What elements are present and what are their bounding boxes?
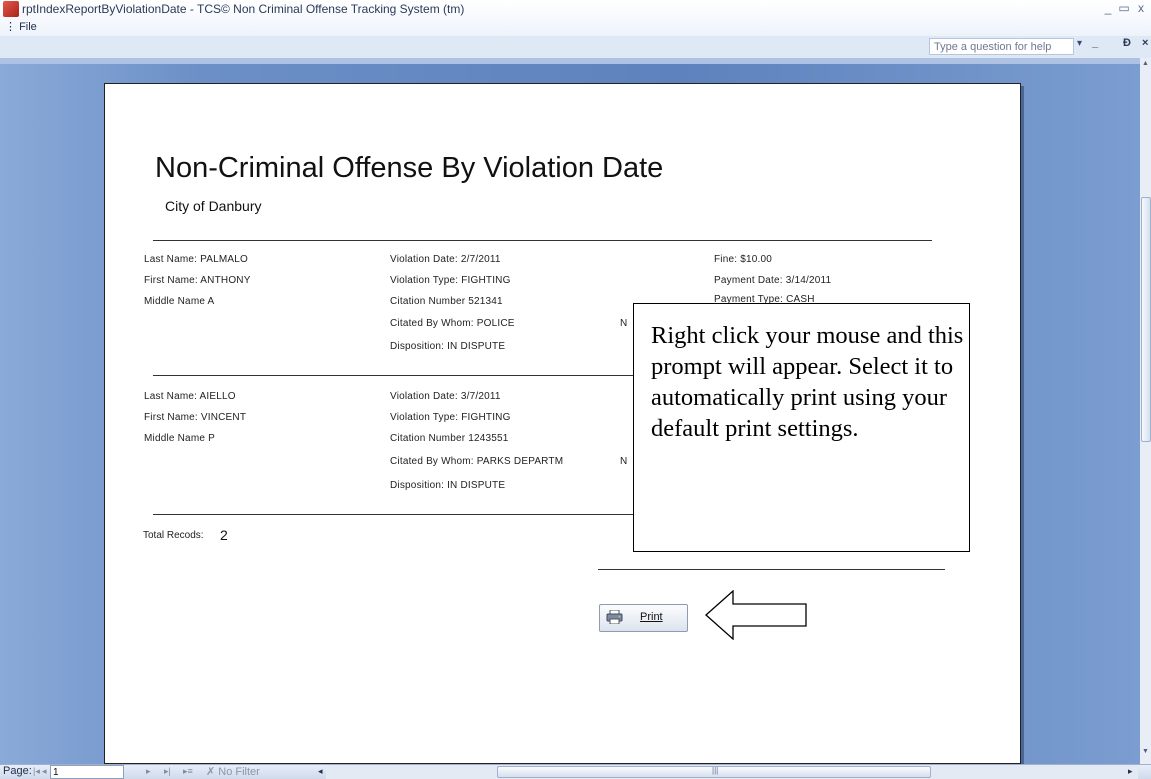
record-violation-type: Violation Type: FIGHTING xyxy=(390,275,511,286)
scroll-grip-icon: ||| xyxy=(712,766,719,775)
record-payment-date: Payment Date: 3/14/2011 xyxy=(714,275,832,286)
record-violation-date: Violation Date: 3/7/2011 xyxy=(390,391,501,402)
scroll-down-icon[interactable]: ▼ xyxy=(1142,748,1149,755)
record-last-name: Last Name: AIELLO xyxy=(144,391,236,402)
callout-text: Right click your mouse and this prompt w… xyxy=(651,322,964,442)
header-divider xyxy=(153,240,932,241)
record-fine: Fine: $10.00 xyxy=(714,254,772,265)
first-page-icon[interactable]: |◂ xyxy=(33,766,40,777)
no-filter-button[interactable]: ✗ No Filter xyxy=(206,765,260,778)
minimize-button[interactable]: _ xyxy=(1100,1,1116,15)
page-label: Page: xyxy=(3,765,32,777)
report-title: Non-Criminal Offense By Violation Date xyxy=(155,152,664,184)
close-button[interactable]: x xyxy=(1133,1,1149,15)
record-disposition: Disposition: IN DISPUTE xyxy=(390,341,506,352)
printer-icon xyxy=(606,610,623,624)
last-page-icon[interactable]: ▸| xyxy=(164,766,171,777)
total-records-label: Total Recods: xyxy=(143,530,204,541)
print-button-label: Print xyxy=(640,611,663,623)
access-app-icon[interactable] xyxy=(3,1,19,17)
record-first-name: First Name: VINCENT xyxy=(144,412,247,423)
mdi-restore-button[interactable]: Ɖ xyxy=(1123,37,1131,49)
record-divider xyxy=(153,375,633,376)
filter-x-icon: ✗ xyxy=(206,766,216,778)
restore-button[interactable]: ▭ xyxy=(1116,1,1132,15)
record-cited-by: Citated By Whom: POLICE xyxy=(390,318,515,329)
record-cited-by-extra: N xyxy=(620,318,628,329)
report-subtitle: City of Danbury xyxy=(165,198,262,214)
record-first-name: First Name: ANTHONY xyxy=(144,275,251,286)
new-record-icon[interactable]: ▸≡ xyxy=(183,766,193,777)
help-search-input[interactable] xyxy=(929,38,1074,55)
page-number-input[interactable] xyxy=(50,765,124,779)
left-arrow-icon xyxy=(705,590,807,640)
scroll-left-icon[interactable]: ◂ xyxy=(318,766,323,777)
next-page-icon[interactable]: ▸ xyxy=(146,766,151,777)
record-disposition: Disposition: IN DISPUTE xyxy=(390,480,506,491)
scroll-right-icon[interactable]: ▸ xyxy=(1128,766,1133,777)
file-menu-label: File xyxy=(19,21,37,33)
vertical-scroll-thumb[interactable] xyxy=(1141,197,1151,442)
record-violation-date: Violation Date: 2/7/2011 xyxy=(390,254,501,265)
total-records-value: 2 xyxy=(220,527,228,543)
previous-page-icon[interactable]: ◂ xyxy=(42,766,47,777)
scroll-up-icon[interactable]: ▲ xyxy=(1142,60,1149,67)
window-title: rptIndexReportByViolationDate - TCS© Non… xyxy=(22,2,465,16)
record-cited-by: Citated By Whom: PARKS DEPARTM xyxy=(390,456,564,467)
help-dropdown-button[interactable]: ▾ xyxy=(1077,38,1082,49)
record-last-name: Last Name: PALMALO xyxy=(144,254,249,265)
mdi-close-button[interactable]: × xyxy=(1142,37,1148,49)
record-cited-by-extra: N xyxy=(620,456,628,467)
workspace-top-strip xyxy=(0,58,1140,64)
record-middle-name: Middle Name P xyxy=(144,433,215,444)
footer-divider xyxy=(598,569,945,570)
record-citation-number: Citation Number 1243551 xyxy=(390,433,509,444)
record-violation-type: Violation Type: FIGHTING xyxy=(390,412,511,423)
mdi-minimize-button[interactable]: _ xyxy=(1092,37,1098,49)
record-middle-name: Middle Name A xyxy=(144,296,215,307)
file-menu[interactable]: ⋮ File xyxy=(5,20,37,33)
record-divider xyxy=(153,514,633,515)
record-citation-number: Citation Number 521341 xyxy=(390,296,503,307)
no-filter-label: No Filter xyxy=(218,766,260,778)
